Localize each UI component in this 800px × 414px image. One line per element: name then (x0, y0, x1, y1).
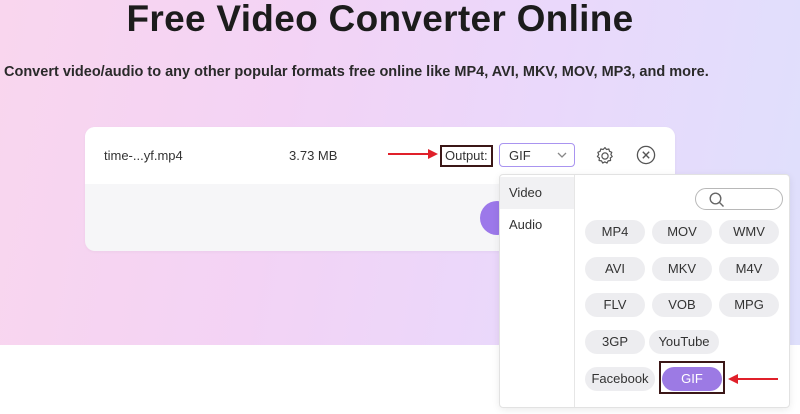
format-mp4[interactable]: MP4 (585, 220, 645, 244)
format-flv[interactable]: FLV (585, 293, 645, 317)
format-avi[interactable]: AVI (585, 257, 645, 281)
gif-highlight-box (659, 361, 725, 394)
page-subtitle: Convert video/audio to any other popular… (4, 64, 709, 80)
category-video[interactable]: Video (500, 177, 574, 209)
page-title: Free Video Converter Online (126, 0, 634, 39)
format-m4v[interactable]: M4V (719, 257, 779, 281)
format-3gp[interactable]: 3GP (585, 330, 645, 354)
format-mpg[interactable]: MPG (719, 293, 779, 317)
format-wmv[interactable]: WMV (719, 220, 779, 244)
format-facebook[interactable]: Facebook (585, 367, 655, 391)
format-search-input[interactable] (695, 188, 783, 210)
file-name: time-...yf.mp4 (104, 148, 183, 163)
close-circle-icon[interactable] (636, 145, 656, 170)
search-icon (709, 192, 724, 207)
chevron-down-icon (556, 147, 568, 168)
red-arrow-icon (728, 374, 778, 384)
output-format-select[interactable]: GIF (499, 143, 575, 167)
format-mkv[interactable]: MKV (652, 257, 712, 281)
file-size: 3.73 MB (289, 148, 338, 163)
format-youtube[interactable]: YouTube (649, 330, 719, 354)
category-audio[interactable]: Audio (500, 209, 574, 241)
format-mov[interactable]: MOV (652, 220, 712, 244)
output-format-value: GIF (509, 148, 531, 163)
category-list: Video Audio (500, 175, 575, 407)
format-vob[interactable]: VOB (652, 293, 712, 317)
red-arrow-icon (388, 149, 438, 159)
gear-icon[interactable] (594, 145, 616, 172)
output-label: Output: (440, 145, 493, 167)
